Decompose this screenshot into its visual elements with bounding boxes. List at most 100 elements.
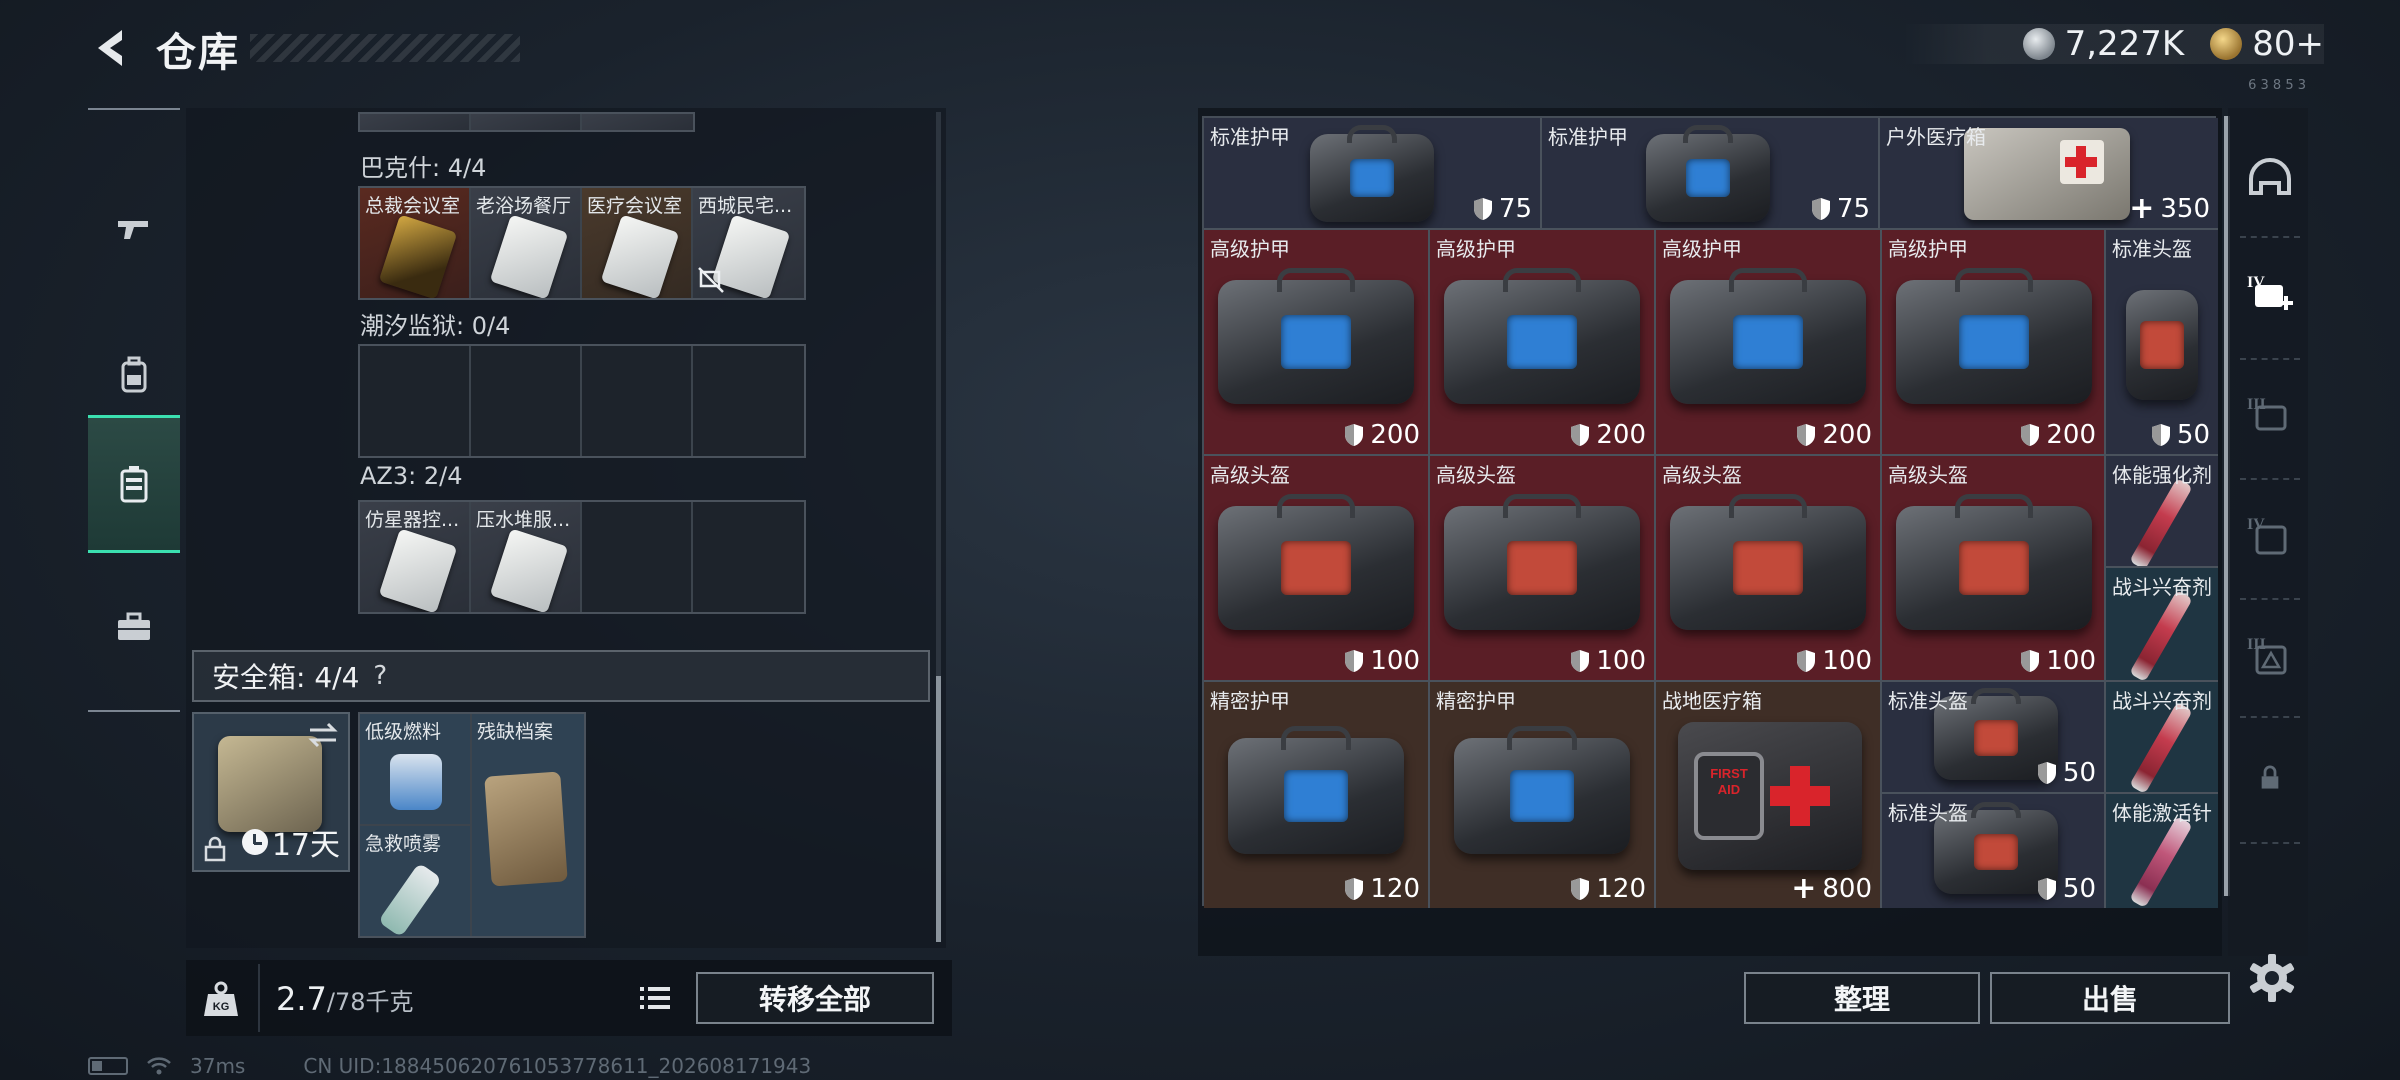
item-value-text: 200 xyxy=(1596,420,1646,450)
toolbox-icon xyxy=(118,612,150,640)
armor-bag-icon xyxy=(1454,726,1630,854)
container-item[interactable]: 体能强化剂 xyxy=(2106,456,2218,568)
item-value: 200 xyxy=(1344,420,1420,450)
item-label: 战斗兴奋剂 xyxy=(2112,689,2212,713)
item-label: 高级头盔 xyxy=(1436,463,1516,487)
item-label: 战斗兴奋剂 xyxy=(2112,575,2212,599)
keycard-slot[interactable]: 仿星器控... xyxy=(360,502,471,612)
slot-label: 仿星器控... xyxy=(365,509,460,531)
safe-case-icon xyxy=(218,736,322,832)
back-icon[interactable] xyxy=(88,26,136,70)
container-item[interactable]: 标准头盔 50 xyxy=(1882,682,2106,794)
shield-icon xyxy=(1571,424,1590,446)
empty-slot[interactable] xyxy=(360,346,471,456)
safe-item-slot[interactable]: 残缺档案 xyxy=(472,714,584,936)
rnav-helmet-tab[interactable] xyxy=(2240,150,2300,210)
transfer-all-button[interactable]: 转移全部 xyxy=(696,972,934,1024)
container-item[interactable]: 精密护甲 120 xyxy=(1430,682,1656,908)
container-item[interactable]: 体能激活针 xyxy=(2106,794,2218,908)
item-label: 户外医疗箱 xyxy=(1886,125,1986,149)
empty-slot[interactable] xyxy=(693,346,804,456)
slot-label: 医疗会议室 xyxy=(587,195,683,217)
item-value-text: 800 xyxy=(1822,874,1872,904)
container-item[interactable]: 战斗兴奋剂 xyxy=(2106,682,2218,794)
item-value-text: 50 xyxy=(2176,420,2210,450)
container-item[interactable]: FIRST AID 战地医疗箱 +800 xyxy=(1656,682,1882,908)
shield-icon xyxy=(1345,878,1364,900)
safe-box-case[interactable]: 17天 xyxy=(192,712,350,872)
rnav-tier-iii-b[interactable]: III xyxy=(2240,626,2300,686)
stash-scrollbar-thumb[interactable] xyxy=(936,676,941,942)
syringe-icon xyxy=(2129,477,2193,566)
keycard-slot[interactable]: 总裁会议室 xyxy=(360,188,471,298)
help-icon[interactable]: ? xyxy=(373,661,387,691)
container-item[interactable]: 精密护甲 120 xyxy=(1204,682,1430,908)
container-item[interactable]: 户外医疗箱 +350 xyxy=(1880,118,2218,230)
item-label: 标准头盔 xyxy=(1888,801,1968,825)
container-item[interactable]: 高级头盔 100 xyxy=(1882,456,2106,682)
clock-icon xyxy=(241,829,268,855)
sort-button[interactable]: 整理 xyxy=(1744,972,1980,1024)
shield-icon xyxy=(1571,650,1590,672)
item-value: 100 xyxy=(1796,646,1872,676)
keycard-icon xyxy=(489,528,569,612)
item-value-text: 100 xyxy=(2046,646,2096,676)
item-value: 50 xyxy=(2037,874,2096,904)
stash-slot[interactable] xyxy=(582,114,693,130)
item-label: 体能激活针 xyxy=(2112,801,2212,825)
divider xyxy=(258,964,260,1032)
keycard-slot[interactable]: 西城民宅... xyxy=(693,188,804,298)
shield-icon xyxy=(2037,878,2056,900)
container-item[interactable]: 高级头盔 100 xyxy=(1656,456,1882,682)
item-value: 50 xyxy=(2037,758,2096,788)
stash-slot[interactable] xyxy=(360,114,471,130)
empty-slot[interactable] xyxy=(471,346,582,456)
container-item[interactable]: 高级护甲 200 xyxy=(1430,230,1656,456)
weight-max: /78千克 xyxy=(326,988,414,1016)
empty-slot[interactable] xyxy=(693,502,804,612)
swap-icon[interactable] xyxy=(306,720,340,750)
currency-display: 7,227K 80+ xyxy=(1902,24,2324,64)
keycard-slot[interactable]: 医疗会议室 xyxy=(582,188,693,298)
keycard-icon xyxy=(489,214,569,298)
container-item[interactable]: 标准护甲 75 xyxy=(1204,118,1542,230)
divider xyxy=(2240,358,2300,360)
container-item[interactable]: 高级护甲 200 xyxy=(1656,230,1882,456)
gear-icon[interactable] xyxy=(2244,950,2300,1006)
empty-slot[interactable] xyxy=(582,502,693,612)
nav-weapon-tab[interactable] xyxy=(88,160,180,298)
safe-item-slot[interactable]: 急救喷雾 xyxy=(360,826,472,938)
safe-item-slot[interactable]: 低级燃料 xyxy=(360,714,472,826)
section-title: AZ3: 2/4 xyxy=(360,462,463,490)
no-sync-icon xyxy=(698,267,724,293)
container-item[interactable]: 战斗兴奋剂 xyxy=(2106,568,2218,682)
rnav-tier-iv-b[interactable]: IV xyxy=(2240,506,2300,566)
container-item[interactable]: 高级头盔 100 xyxy=(1204,456,1430,682)
empty-slot[interactable] xyxy=(582,346,693,456)
keycard-slot[interactable]: 压水堆服... xyxy=(471,502,582,612)
item-value-text: 200 xyxy=(1822,420,1872,450)
container-item[interactable]: 高级护甲 200 xyxy=(1882,230,2106,456)
container-item[interactable]: 高级头盔 100 xyxy=(1430,456,1656,682)
container-item[interactable]: 标准头盔 50 xyxy=(2106,230,2218,456)
item-value: 100 xyxy=(1344,646,1420,676)
container-item[interactable]: 标准头盔 50 xyxy=(1882,794,2106,908)
sell-button[interactable]: 出售 xyxy=(1990,972,2230,1024)
keycard-slot[interactable]: 老浴场餐厅 xyxy=(471,188,582,298)
container-item[interactable]: 高级护甲 200 xyxy=(1204,230,1430,456)
container-item[interactable]: 标准护甲 75 xyxy=(1542,118,1880,230)
stash-row: 仿星器控... 压水堆服... xyxy=(358,500,806,614)
item-label: 标准护甲 xyxy=(1210,125,1290,149)
wifi-icon xyxy=(147,1057,171,1075)
shield-icon xyxy=(1345,650,1364,672)
item-value-text: 200 xyxy=(2046,420,2096,450)
syringe-icon xyxy=(2129,701,2193,792)
stash-slot[interactable] xyxy=(471,114,582,130)
nav-toolbox-tab[interactable] xyxy=(88,558,180,696)
rnav-armor-iv-add[interactable]: IV xyxy=(2240,264,2300,324)
nav-storage-tab[interactable] xyxy=(88,415,180,553)
list-view-icon[interactable] xyxy=(632,978,678,1018)
rnav-tier-iii-a[interactable]: III xyxy=(2240,386,2300,446)
item-value: +350 xyxy=(2129,194,2210,225)
lock-icon xyxy=(2261,765,2279,789)
